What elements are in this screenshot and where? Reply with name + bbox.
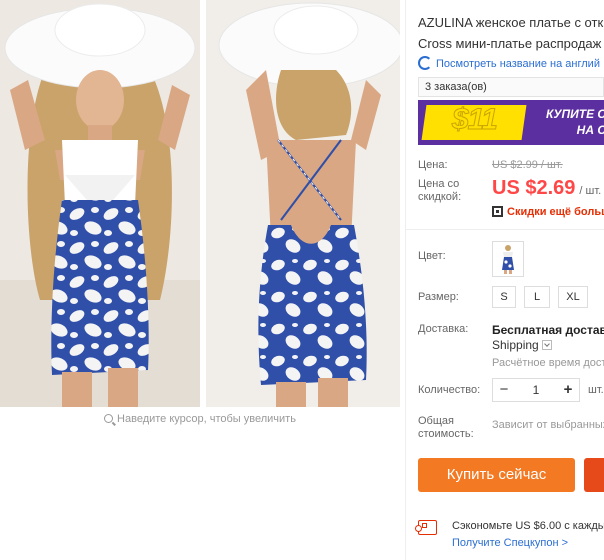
product-photo-back[interactable] bbox=[206, 0, 400, 407]
product-gallery: Наведите курсор, чтобы увеличить bbox=[0, 0, 405, 560]
promo-banner-cta-line-1: КУПИТЕ С bbox=[546, 107, 604, 121]
more-discounts-link[interactable]: Скидки ещё больш bbox=[492, 206, 604, 218]
discount-price-value: US $2.69 bbox=[492, 177, 576, 199]
discount-price-label: Цена со скидкой: bbox=[418, 178, 461, 204]
size-label: Размер: bbox=[418, 291, 459, 303]
magnifier-icon bbox=[104, 414, 114, 423]
total-price-label: Общая стоимость: bbox=[418, 415, 474, 441]
add-to-cart-button[interactable] bbox=[584, 458, 604, 492]
quantity-increase-button[interactable]: + bbox=[557, 379, 579, 401]
product-photo-front[interactable] bbox=[0, 0, 200, 407]
shipping-method-value: Shipping bbox=[492, 338, 539, 352]
promo-banner-price: $11 bbox=[452, 103, 499, 137]
size-option-xl[interactable]: XL bbox=[558, 286, 588, 308]
discount-price-label-line-1: Цена со bbox=[418, 178, 460, 190]
shipping-label: Доставка: bbox=[418, 323, 469, 335]
size-option-l[interactable]: L bbox=[524, 286, 550, 308]
coupon-savings-text: Сэкономьте US $6.00 с каждых bbox=[452, 520, 604, 532]
product-title-line-1: AZULINA женское платье с отк bbox=[418, 15, 604, 30]
get-coupon-link[interactable]: Получите Спецкупон > bbox=[452, 537, 568, 549]
size-option-s[interactable]: S bbox=[492, 286, 516, 308]
quantity-decrease-button[interactable]: − bbox=[493, 379, 515, 401]
quantity-stepper: − 1 + bbox=[492, 378, 580, 402]
color-swatch[interactable] bbox=[492, 241, 524, 277]
quantity-unit: шт. bbox=[588, 384, 604, 396]
estimated-delivery-text: Расчётное время доста bbox=[492, 357, 604, 369]
discount-price-unit: / шт. bbox=[579, 185, 602, 197]
view-english-title-text: Посмотреть название на англий bbox=[436, 58, 600, 70]
orders-count: 3 заказа(ов) bbox=[418, 77, 604, 97]
total-price-label-line-1: Общая bbox=[418, 415, 454, 427]
promo-banner-cta: КУПИТЕ С НА С bbox=[546, 106, 604, 138]
zoom-hint-text: Наведите курсор, чтобы увеличить bbox=[117, 413, 296, 425]
quantity-label: Количество: bbox=[418, 384, 481, 396]
more-discounts-text: Скидки ещё больш bbox=[507, 206, 604, 218]
discount-price: US $2.69/ шт. bbox=[492, 177, 601, 200]
coupon-icon bbox=[415, 520, 437, 535]
free-shipping-text: Бесплатная доставка bbox=[492, 323, 604, 337]
price-label: Цена: bbox=[418, 159, 448, 171]
quantity-input[interactable]: 1 bbox=[515, 379, 557, 401]
zoom-hint: Наведите курсор, чтобы увеличить bbox=[0, 413, 400, 425]
chevron-down-icon bbox=[541, 340, 552, 350]
color-label: Цвет: bbox=[418, 250, 446, 262]
qr-code-icon bbox=[492, 206, 503, 217]
buy-now-button[interactable]: Купить сейчас bbox=[418, 458, 575, 492]
total-price-value: Зависит от выбранных bbox=[492, 419, 604, 431]
original-price: US $2.99 / шт. bbox=[492, 159, 563, 171]
product-info-panel: AZULINA женское платье с отк Cross мини-… bbox=[405, 0, 604, 560]
view-english-title-link[interactable]: Посмотреть название на англий bbox=[418, 56, 600, 70]
product-title-line-2: Cross мини-платье распродаж bbox=[418, 36, 602, 51]
product-title: AZULINA женское платье с отк Cross мини-… bbox=[418, 12, 604, 54]
translate-icon bbox=[418, 56, 432, 70]
shipping-method-select[interactable]: Shipping bbox=[492, 338, 552, 352]
promo-banner[interactable]: $11 КУПИТЕ С НА С bbox=[418, 100, 604, 145]
divider bbox=[406, 229, 604, 230]
promo-banner-cta-line-2: НА С bbox=[576, 123, 604, 137]
total-price-label-line-2: стоимость: bbox=[418, 428, 474, 440]
discount-price-label-line-2: скидкой: bbox=[418, 191, 462, 203]
dress-thumbnail bbox=[494, 243, 522, 275]
